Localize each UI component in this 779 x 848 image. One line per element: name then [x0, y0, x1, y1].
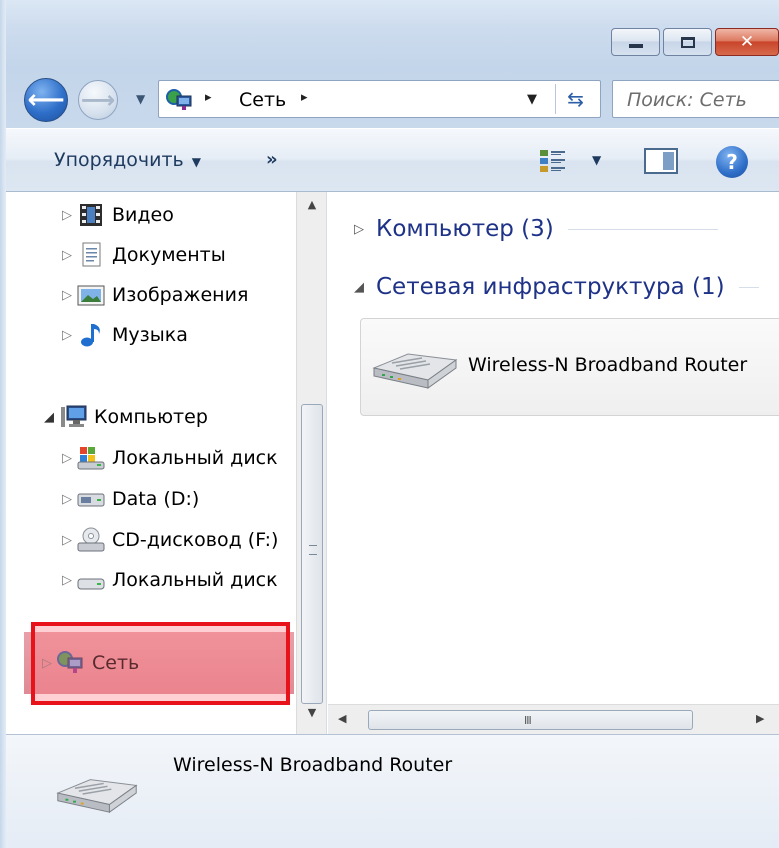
tree-item-label: Компьютер — [94, 406, 208, 428]
search-placeholder: Поиск: Сеть — [627, 89, 747, 111]
forward-button[interactable]: ⟶ — [78, 80, 118, 120]
back-arrow-icon: ⟵ — [27, 85, 65, 115]
address-dropdown-icon[interactable]: ▼ — [527, 92, 537, 107]
content-pane — [328, 192, 779, 704]
breadcrumb-separator[interactable]: ▸ — [205, 90, 212, 105]
windows-drive-icon — [77, 447, 105, 470]
scroll-thumb[interactable]: III — [368, 710, 693, 730]
maximize-button[interactable] — [663, 28, 712, 56]
group-header-label: Сетевая инфраструктура (1) — [376, 274, 725, 300]
group-header-label: Компьютер (3) — [376, 216, 554, 242]
computer-icon — [61, 405, 87, 427]
scroll-grip-icon — [309, 545, 317, 555]
drive-icon — [77, 578, 105, 590]
expand-icon[interactable]: ▷ — [58, 573, 76, 588]
breadcrumb-location[interactable]: Сеть — [239, 89, 286, 111]
caption-buttons: ✕ — [611, 28, 779, 56]
minimize-icon — [628, 44, 643, 48]
scroll-down-arrow-icon[interactable]: ▼ — [297, 706, 327, 726]
refresh-icon: ⇆ — [567, 87, 584, 111]
expand-icon[interactable]: ▷ — [58, 533, 76, 548]
group-header-computer[interactable]: ▷ Компьютер (3) — [354, 216, 718, 242]
explorer-window: ✕ ⟵ ⟶ ▼ ▸ Сеть ▸ ▼ ⇆ Поиск: Сеть Упорядо… — [0, 0, 779, 848]
maximize-icon — [680, 36, 695, 48]
help-button[interactable]: ? — [716, 146, 748, 178]
group-divider — [567, 228, 718, 230]
tree-item-documents[interactable]: ▷ Документы — [58, 238, 226, 272]
expand-icon[interactable]: ▷ — [58, 208, 76, 223]
expand-icon[interactable]: ▷ — [58, 492, 76, 507]
details-title: Wireless-N Broadband Router — [173, 754, 453, 776]
tree-item-label: Музыка — [112, 324, 188, 346]
navigation-vertical-scrollbar[interactable]: ▲ ▼ — [296, 192, 326, 734]
close-button[interactable]: ✕ — [715, 28, 779, 56]
router-icon — [56, 779, 138, 814]
close-icon: ✕ — [739, 32, 755, 52]
expand-icon[interactable]: ▷ — [58, 328, 76, 343]
group-header-network-infrastructure[interactable]: ◢ Сетевая инфраструктура (1) — [354, 274, 759, 300]
pictures-icon — [77, 285, 105, 306]
tree-item-label: Локальный диск — [112, 569, 278, 591]
scroll-right-arrow-icon[interactable]: ▶ — [756, 712, 764, 725]
tree-item-local-disk[interactable]: ▷ Локальный диск — [58, 563, 278, 597]
video-icon — [80, 204, 102, 226]
view-options-dropdown[interactable]: ▼ — [592, 153, 601, 167]
collapse-icon[interactable]: ◢ — [354, 280, 364, 295]
tree-item-video[interactable]: ▷ Видео — [58, 198, 174, 232]
scroll-grip-icon: III — [524, 714, 532, 727]
expand-icon[interactable]: ▷ — [58, 288, 76, 303]
network-icon — [166, 89, 192, 110]
music-icon — [81, 324, 100, 347]
content-horizontal-scrollbar[interactable]: ◀ III ▶ — [328, 704, 779, 734]
help-icon: ? — [726, 150, 738, 174]
device-tile-label: Wireless-N Broadband Router — [468, 354, 748, 376]
tree-item-computer[interactable]: ◢ Компьютер — [40, 400, 208, 434]
tree-item-music[interactable]: ▷ Музыка — [58, 318, 188, 352]
group-divider — [738, 286, 759, 288]
tree-item-local-disk-c[interactable]: ▷ Локальный диск — [58, 441, 278, 475]
cd-drive-icon — [77, 527, 105, 552]
tree-item-label: Data (D:) — [112, 488, 200, 510]
expand-icon[interactable]: ▷ — [58, 451, 76, 466]
search-input[interactable]: Поиск: Сеть — [612, 80, 779, 118]
scroll-thumb[interactable] — [301, 404, 323, 704]
organize-button[interactable]: Упорядочить ▼ — [54, 149, 201, 171]
address-bar[interactable]: ▸ Сеть ▸ ▼ — [158, 80, 601, 118]
recent-pages-dropdown[interactable]: ▼ — [136, 92, 145, 106]
organize-label: Упорядочить — [54, 149, 184, 171]
more-commands-button[interactable]: » — [266, 149, 278, 170]
router-icon — [372, 353, 458, 389]
documents-icon — [82, 242, 101, 267]
minimize-button[interactable] — [611, 28, 660, 56]
highlight-annotation-box — [31, 622, 290, 705]
chevron-down-icon: ▼ — [191, 155, 201, 169]
tree-item-cd-drive[interactable]: ▷ CD-дисковод (F:) — [58, 523, 278, 557]
scroll-up-arrow-icon[interactable]: ▲ — [297, 198, 327, 218]
collapse-icon[interactable]: ◢ — [40, 410, 58, 425]
forward-arrow-icon: ⟶ — [80, 86, 116, 114]
tree-item-label: Локальный диск — [112, 447, 278, 469]
refresh-button[interactable]: ⇆ — [555, 84, 595, 114]
expand-icon[interactable]: ▷ — [58, 248, 76, 263]
breadcrumb-separator-2[interactable]: ▸ — [301, 90, 308, 105]
preview-pane-button[interactable] — [644, 148, 678, 174]
change-view-icon[interactable] — [538, 147, 568, 175]
drive-icon — [77, 493, 105, 507]
tree-item-label: Изображения — [112, 284, 249, 306]
tree-item-data-d[interactable]: ▷ Data (D:) — [58, 482, 199, 516]
scroll-left-arrow-icon[interactable]: ◀ — [338, 712, 346, 725]
expand-icon[interactable]: ▷ — [354, 222, 364, 237]
tree-item-pictures[interactable]: ▷ Изображения — [58, 278, 248, 312]
tree-item-label: Документы — [112, 244, 226, 266]
back-button[interactable]: ⟵ — [24, 78, 68, 122]
tree-item-label: Видео — [112, 204, 174, 226]
tree-item-label: CD-дисковод (F:) — [112, 529, 279, 551]
